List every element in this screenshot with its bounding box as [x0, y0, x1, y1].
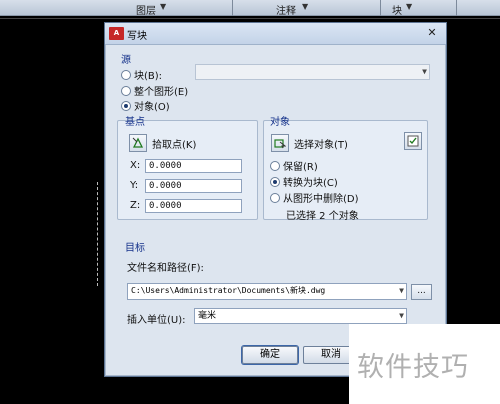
dialog-title: 写块 — [127, 31, 147, 42]
pick-point-label: 拾取点(K) — [152, 140, 197, 151]
radio-icon[interactable] — [121, 100, 131, 111]
y-label: Y: — [130, 180, 139, 191]
select-objects-button[interactable] — [271, 134, 289, 152]
file-path-label: 文件名和路径(F): — [127, 263, 204, 274]
chevron-down-icon[interactable]: ▼ — [399, 284, 404, 298]
source-radio-entire-drawing[interactable]: 整个图形(E) — [121, 83, 188, 98]
base-point-group-label: 基点 — [125, 117, 145, 128]
chevron-down-icon[interactable]: ▼ — [399, 309, 404, 323]
chevron-down-icon[interactable]: ▼ — [302, 2, 308, 11]
watermark-text: 软件技巧 — [357, 352, 469, 383]
objects-radio-retain[interactable]: 保留(R) — [270, 158, 318, 173]
ribbon-separator — [456, 0, 457, 16]
source-group-label: 源 — [121, 55, 131, 66]
browse-button[interactable]: ... — [411, 284, 432, 300]
file-path-value: C:\Users\Administrator\Documents\新块.dwg — [131, 286, 326, 295]
destination-group-label: 目标 — [125, 243, 145, 254]
pick-point-button[interactable] — [129, 134, 147, 152]
radio-icon[interactable] — [121, 85, 131, 96]
ok-button[interactable]: 确定 — [242, 346, 298, 364]
close-icon[interactable]: ✕ — [424, 26, 440, 41]
chevron-down-icon[interactable]: ▼ — [422, 65, 427, 79]
radio-icon[interactable] — [121, 69, 131, 80]
ribbon-panel-block[interactable]: 块 — [392, 2, 402, 17]
select-objects-icon — [274, 139, 286, 149]
chevron-down-icon[interactable]: ▼ — [160, 2, 166, 11]
source-radio-block[interactable]: 块(B): — [121, 67, 162, 82]
file-path-combo[interactable]: C:\Users\Administrator\Documents\新块.dwg … — [127, 283, 407, 300]
block-name-combo[interactable]: ▼ — [195, 64, 430, 80]
insert-units-select[interactable]: 毫米 ▼ — [194, 308, 407, 324]
quick-select-icon — [407, 135, 419, 147]
x-label: X: — [130, 160, 141, 171]
ribbon-separator — [380, 0, 381, 16]
radio-icon[interactable] — [270, 160, 280, 171]
selected-objects-status: 已选择 2 个对象 — [286, 211, 359, 222]
insert-units-value: 毫米 — [198, 311, 217, 321]
source-radio-entire-drawing-label: 整个图形(E) — [134, 87, 189, 98]
objects-radio-convert-label: 转换为块(C) — [283, 178, 338, 189]
z-coordinate-input[interactable]: 0.0000 — [145, 199, 242, 213]
objects-radio-convert[interactable]: 转换为块(C) — [270, 174, 338, 189]
x-coordinate-input[interactable]: 0.0000 — [145, 159, 242, 173]
objects-radio-delete[interactable]: 从图形中删除(D) — [270, 190, 359, 205]
z-label: Z: — [130, 200, 141, 211]
ribbon-panel-annotation[interactable]: 注释 — [276, 2, 296, 17]
chevron-down-icon[interactable]: ▼ — [406, 2, 412, 11]
select-objects-label: 选择对象(T) — [294, 140, 348, 151]
autocad-app-icon: A — [109, 27, 124, 40]
quick-select-button[interactable] — [404, 132, 422, 150]
source-radio-objects[interactable]: 对象(O) — [121, 98, 170, 113]
insert-units-label: 插入单位(U): — [127, 315, 186, 326]
radio-icon[interactable] — [270, 176, 280, 187]
source-radio-objects-label: 对象(O) — [134, 102, 170, 113]
radio-icon[interactable] — [270, 192, 280, 203]
objects-group-label: 对象 — [270, 117, 290, 128]
y-coordinate-input[interactable]: 0.0000 — [145, 179, 242, 193]
source-radio-block-label: 块(B): — [134, 71, 163, 82]
dialog-titlebar[interactable]: A 写块 ✕ — [105, 23, 446, 45]
ribbon-strip: 图层 ▼ 注释 ▼ 块 ▼ — [0, 0, 500, 17]
canvas-line — [0, 18, 500, 19]
pick-point-icon — [132, 137, 144, 148]
ribbon-panel-layers[interactable]: 图层 — [136, 2, 156, 17]
ribbon-separator — [232, 0, 233, 16]
objects-radio-delete-label: 从图形中删除(D) — [283, 194, 359, 205]
objects-radio-retain-label: 保留(R) — [283, 162, 318, 173]
